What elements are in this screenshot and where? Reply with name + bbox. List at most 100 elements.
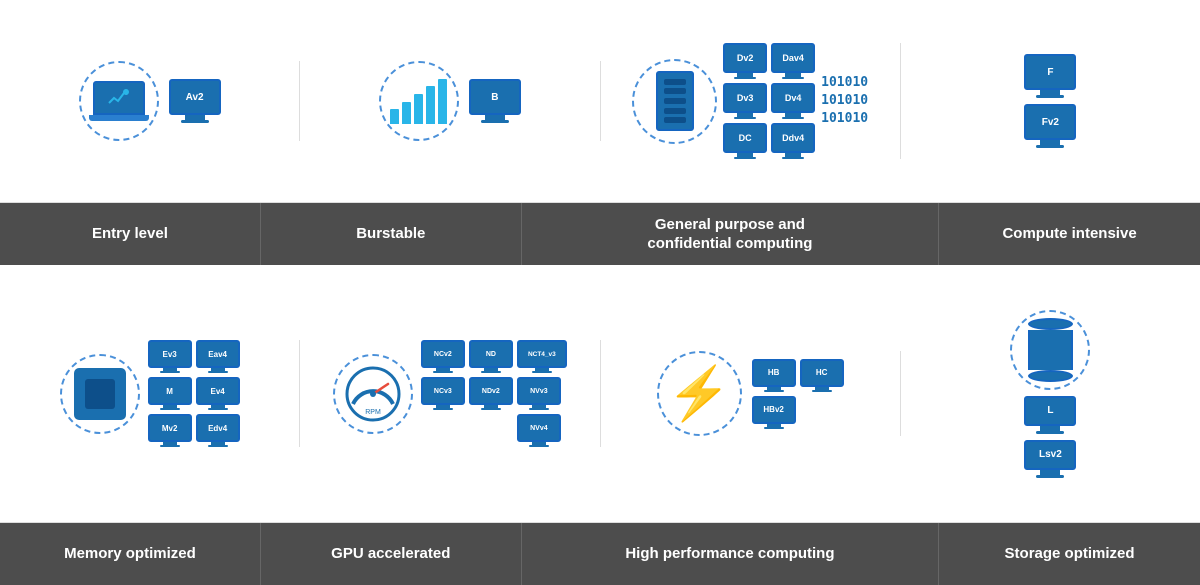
wrench-icon <box>104 88 134 108</box>
hb-label: HB <box>752 359 796 387</box>
database-icon <box>1028 318 1073 382</box>
dv2-monitor: Dv2 <box>723 43 767 79</box>
memory-optimized-circle <box>60 354 140 434</box>
hc-monitor: HC <box>800 359 844 392</box>
binary-display: 101010101010101010 <box>821 74 868 129</box>
dv4-monitor: Dv4 <box>771 83 815 119</box>
nd-label: ND <box>469 340 513 368</box>
hbv2-monitor: HBv2 <box>752 396 796 429</box>
nvv4-monitor: NVv4 <box>517 414 561 447</box>
nct4v3-label: NCT4_v3 <box>517 340 567 368</box>
ev4-label: Ev4 <box>196 377 240 405</box>
hpc-circle: ⚡ <box>657 351 742 436</box>
storage-monitor-group: L Lsv2 <box>1024 396 1076 478</box>
dv3-label: Dv3 <box>723 83 767 113</box>
ddv4-label: Ddv4 <box>771 123 815 153</box>
l-label: L <box>1024 396 1076 426</box>
nvv3-monitor: NVv3 <box>517 377 561 410</box>
dv2-label: Dv2 <box>723 43 767 73</box>
binary-group: 101010101010101010 <box>821 74 868 129</box>
nvv3-label: NVv3 <box>517 377 561 405</box>
dv3-monitor: Dv3 <box>723 83 767 119</box>
nct4v3-monitor: NCT4_v3 <box>517 340 567 373</box>
general-purpose-circle <box>632 59 717 144</box>
dav4-monitor: Dav4 <box>771 43 815 79</box>
ev3-monitor: Ev3 <box>148 340 192 373</box>
compute-intensive-icons: F Fv2 <box>901 54 1200 148</box>
entry-level-circle <box>79 61 159 141</box>
b-label: B <box>469 79 521 115</box>
gpu-circle: RPM <box>333 354 413 434</box>
burstable-icons: B <box>300 61 600 141</box>
ncv2-monitor: NCv2 <box>421 340 465 373</box>
speedometer-icon: RPM <box>343 364 403 424</box>
top-icon-row: Av2 B <box>0 0 1200 203</box>
server-tower-icon <box>656 71 694 131</box>
dav4-label: Dav4 <box>771 43 815 73</box>
bar-chart-icon <box>390 79 447 124</box>
storage-optimized-icons: L Lsv2 <box>901 310 1200 478</box>
b-monitor: B <box>469 79 521 123</box>
main-container: Av2 B <box>0 0 1200 585</box>
ncv2-label: NCv2 <box>421 340 465 368</box>
memory-optimized-label: Memory optimized <box>0 523 261 585</box>
storage-circle <box>1010 310 1090 390</box>
general-purpose-monitor-group: Dv2 Dav4 Dv3 <box>723 43 815 159</box>
ncv3-label: NCv3 <box>421 377 465 405</box>
av2-label: Av2 <box>169 79 221 115</box>
ndv2-monitor: NDv2 <box>469 377 513 410</box>
ncv3-monitor: NCv3 <box>421 377 465 410</box>
general-purpose-icons: Dv2 Dav4 Dv3 <box>601 43 901 159</box>
entry-level-icons: Av2 <box>0 61 300 141</box>
eav4-label: Eav4 <box>196 340 240 368</box>
l-monitor: L <box>1024 396 1076 434</box>
memory-optimized-icons: Ev3 Eav4 M <box>0 340 300 447</box>
svg-text:RPM: RPM <box>365 409 381 416</box>
mv2-label: Mv2 <box>148 414 192 442</box>
fv2-monitor: Fv2 <box>1024 104 1076 148</box>
hpc-icons: ⚡ HB HC HBv2 <box>601 351 901 436</box>
gpu-accelerated-icons: RPM NCv2 ND NCT4_v3 <box>300 340 600 447</box>
burstable-label: Burstable <box>261 203 522 265</box>
storage-optimized-label: Storage optimized <box>939 523 1200 585</box>
entry-level-label: Entry level <box>0 203 261 265</box>
edv4-label: Edv4 <box>196 414 240 442</box>
dc-label: DC <box>723 123 767 153</box>
mv2-monitor: Mv2 <box>148 414 192 447</box>
dc-monitor: DC <box>723 123 767 159</box>
top-label-row: Entry level Burstable General purpose an… <box>0 203 1200 265</box>
av2-monitor: Av2 <box>169 79 221 123</box>
hbv2-label: HBv2 <box>752 396 796 424</box>
lightning-icon: ⚡ <box>667 368 732 420</box>
f-monitor: F <box>1024 54 1076 98</box>
hpc-monitor-group: HB HC HBv2 <box>752 359 844 429</box>
hc-label: HC <box>800 359 844 387</box>
m-monitor: M <box>148 377 192 410</box>
memory-monitor-group: Ev3 Eav4 M <box>148 340 240 447</box>
chip-icon <box>74 368 126 420</box>
gpu-monitor-group: NCv2 ND NCT4_v3 <box>421 340 567 447</box>
f-label: F <box>1024 54 1076 90</box>
m-label: M <box>148 377 192 405</box>
burstable-circle <box>379 61 459 141</box>
bottom-label-row: Memory optimized GPU accelerated High pe… <box>0 523 1200 585</box>
high-performance-label: High performance computing <box>522 523 939 585</box>
fv2-label: Fv2 <box>1024 104 1076 140</box>
general-purpose-label: General purpose andconfidential computin… <box>522 203 939 265</box>
nvv4-label: NVv4 <box>517 414 561 442</box>
dv4-label: Dv4 <box>771 83 815 113</box>
ev4-monitor: Ev4 <box>196 377 240 410</box>
ndv2-label: NDv2 <box>469 377 513 405</box>
gpu-accelerated-label: GPU accelerated <box>261 523 522 585</box>
compute-intensive-label: Compute intensive <box>939 203 1200 265</box>
lsv2-monitor: Lsv2 <box>1024 440 1076 478</box>
bottom-icon-row: Ev3 Eav4 M <box>0 265 1200 523</box>
lsv2-label: Lsv2 <box>1024 440 1076 470</box>
eav4-monitor: Eav4 <box>196 340 240 373</box>
ddv4-monitor: Ddv4 <box>771 123 815 159</box>
hb-monitor: HB <box>752 359 796 392</box>
laptop-icon <box>89 81 149 121</box>
nd-monitor: ND <box>469 340 513 373</box>
ev3-label: Ev3 <box>148 340 192 368</box>
edv4-monitor: Edv4 <box>196 414 240 447</box>
